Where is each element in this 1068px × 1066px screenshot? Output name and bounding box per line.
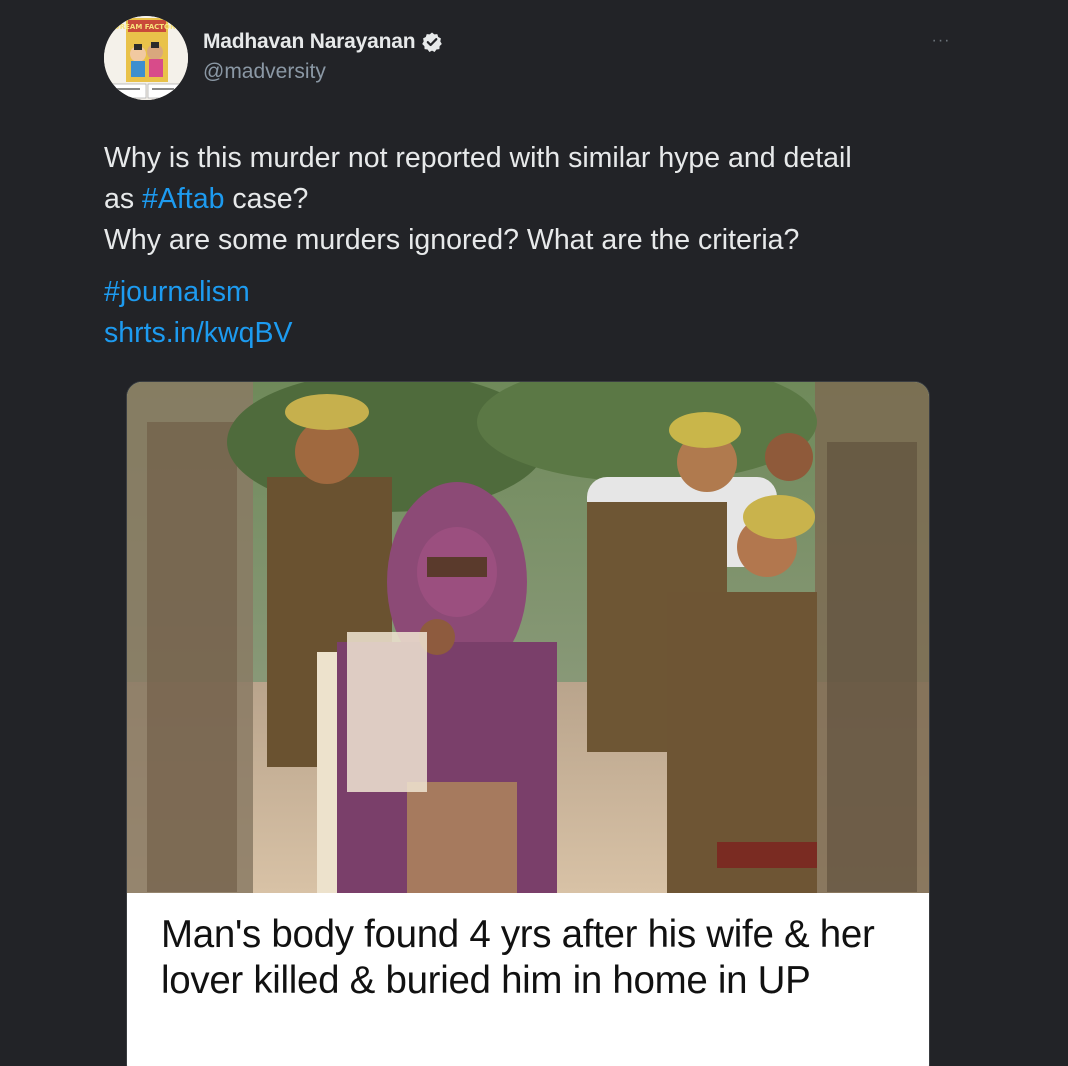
- author-info: Madhavan Narayanan @madversity: [203, 30, 443, 84]
- tweet-line-1: Why is this murder not reported with sim…: [104, 142, 852, 174]
- more-options-icon[interactable]: ···: [930, 33, 952, 49]
- hashtag-journalism-line: #journalism: [104, 272, 944, 313]
- hashtag-journalism-link[interactable]: #journalism: [104, 276, 250, 308]
- avatar-image: DREAM FACTORY: [104, 16, 188, 100]
- tweet-text: Why is this murder not reported with sim…: [104, 138, 944, 354]
- tweet-line-2-prefix: as: [104, 183, 143, 215]
- hashtag-aftab-link[interactable]: #Aftab: [142, 183, 224, 215]
- name-row: Madhavan Narayanan: [203, 30, 443, 54]
- url-line: shrts.in/kwqBV: [104, 313, 944, 354]
- card-title[interactable]: Man's body found 4 yrs after his wife & …: [161, 912, 901, 1004]
- tweet-line-2-suffix: case?: [224, 183, 309, 215]
- tweet-line-3: Why are some murders ignored? What are t…: [104, 224, 800, 256]
- media-card[interactable]: Man's body found 4 yrs after his wife & …: [126, 381, 930, 1066]
- tweet-line-2: as #Aftab case?: [104, 179, 944, 220]
- avatar[interactable]: DREAM FACTORY: [104, 16, 188, 100]
- tweet-url-link[interactable]: shrts.in/kwqBV: [104, 317, 292, 349]
- card-photo[interactable]: [127, 382, 930, 893]
- avatar-caption: DREAM FACTORY: [114, 23, 181, 31]
- tweet: DREAM FACTORY Madhavan Narayanan @madver…: [0, 0, 1068, 1066]
- verified-badge-icon: [421, 31, 443, 53]
- handle[interactable]: @madversity: [203, 60, 443, 84]
- display-name[interactable]: Madhavan Narayanan: [203, 30, 416, 54]
